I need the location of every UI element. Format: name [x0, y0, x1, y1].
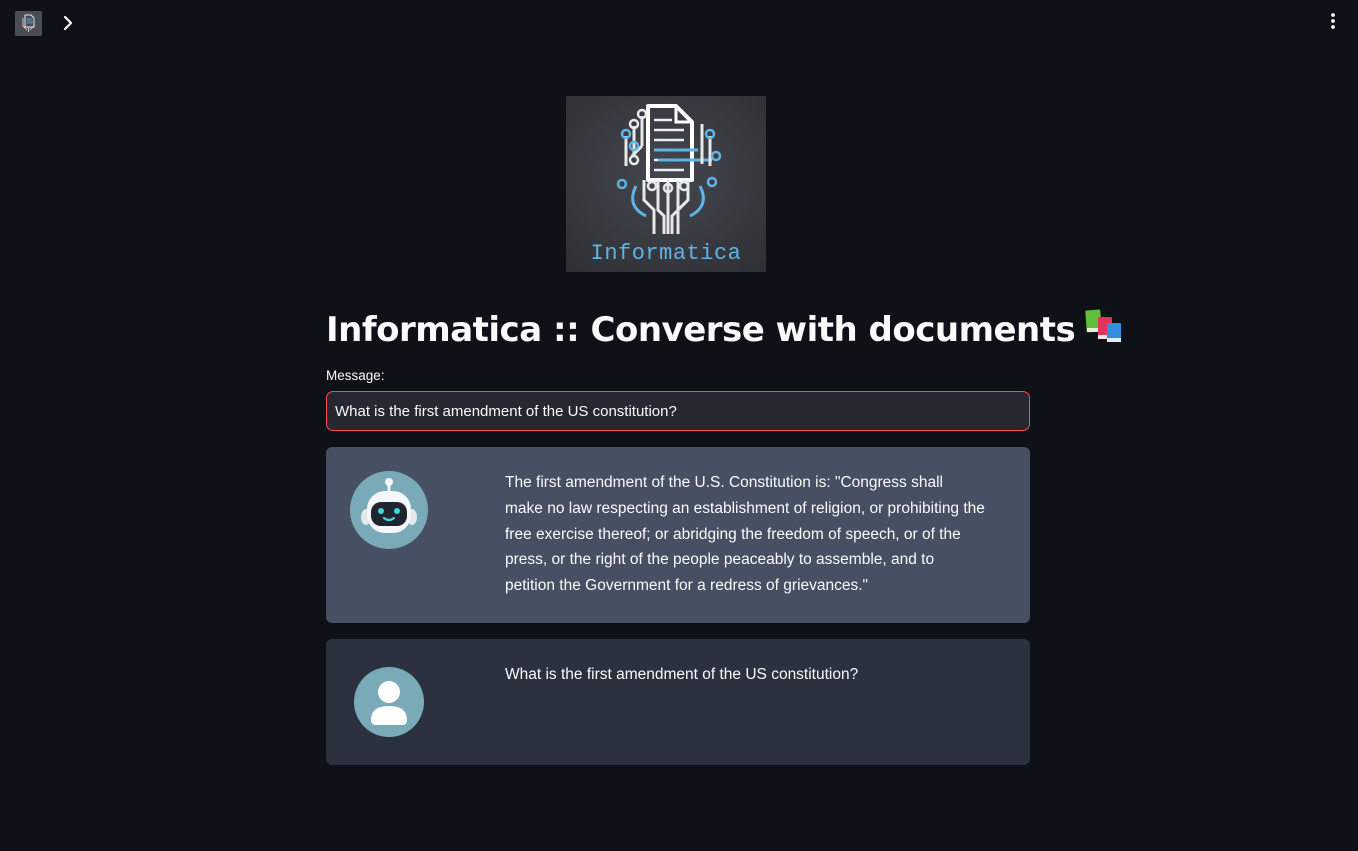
informatica-logo: Informatica — [566, 96, 766, 272]
message-input-label: Message: — [326, 368, 385, 383]
user-message-card: What is the first amendment of the US co… — [326, 639, 1030, 765]
sidebar-toggle-button[interactable] — [58, 13, 78, 33]
main-menu-button[interactable] — [1322, 10, 1344, 32]
robot-avatar-icon — [350, 471, 428, 549]
top-bar — [0, 0, 1358, 48]
logo-caption: Informatica — [590, 241, 742, 266]
app-logo-thumbnail — [15, 11, 42, 36]
user-message-text: What is the first amendment of the US co… — [505, 666, 859, 683]
bot-message-text: The first amendment of the U.S. Constitu… — [505, 474, 985, 595]
page-title: Informatica :: Converse with documents — [326, 308, 1122, 353]
vertical-dots-icon — [1331, 13, 1335, 29]
bot-message-card: The first amendment of the U.S. Constitu… — [326, 447, 1030, 623]
page-title-text: Informatica :: Converse with documents — [326, 310, 1076, 350]
user-avatar-icon — [354, 667, 424, 737]
books-icon — [1083, 308, 1123, 353]
chevron-right-icon — [63, 15, 73, 31]
message-input[interactable] — [326, 391, 1030, 431]
